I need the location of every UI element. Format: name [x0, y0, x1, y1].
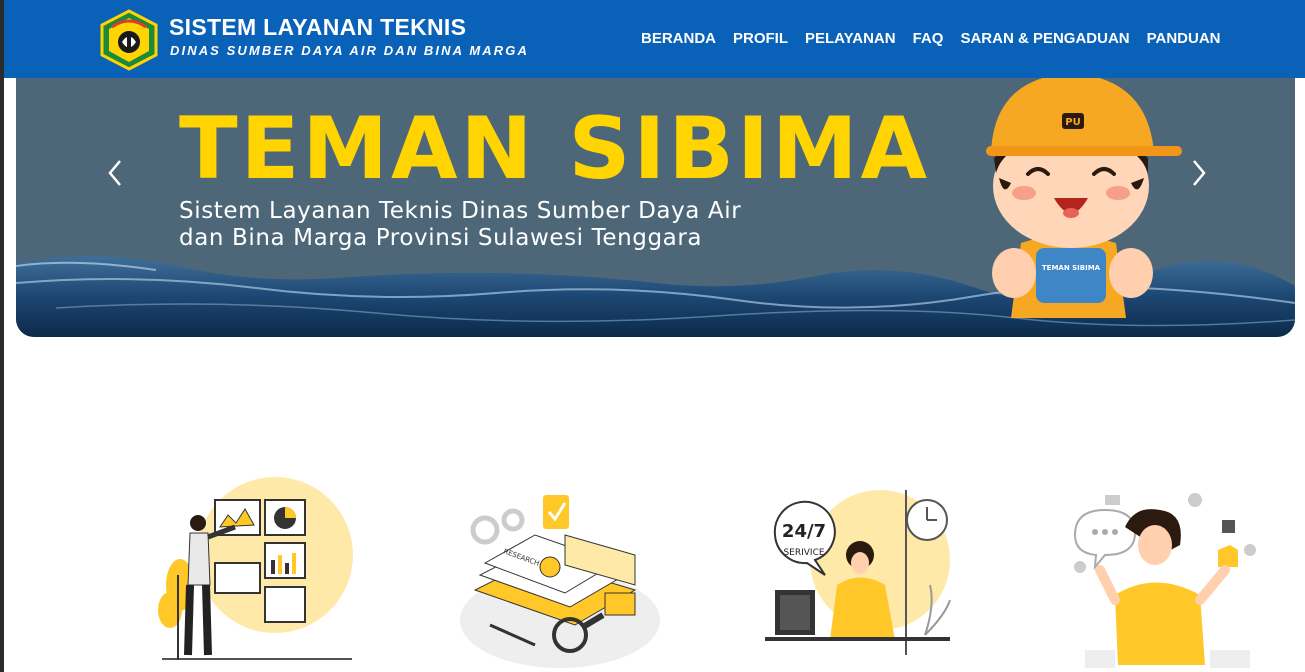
nav-beranda[interactable]: BERANDA	[641, 30, 716, 47]
province-logo[interactable]	[98, 9, 160, 71]
hero-carousel: TEMAN SIBIMA Sistem Layanan Teknis Dinas…	[16, 78, 1295, 337]
nav-saran-pengaduan[interactable]: SARAN & PENGADUAN	[960, 30, 1129, 47]
navbar: SISTEM LAYANAN TEKNIS DINAS SUMBER DAYA …	[4, 0, 1305, 78]
chevron-right-icon	[1193, 160, 1206, 186]
mascot-illustration: TEMAN SIBIMA PU	[986, 78, 1182, 318]
service-illustration-support[interactable]: 24/7 SERIVICE	[755, 475, 965, 672]
site-subtitle: DINAS SUMBER DAYA AIR DAN BINA MARGA	[170, 43, 529, 58]
main-nav: BERANDA PROFIL PELAYANAN FAQ SARAN & PEN…	[641, 30, 1238, 47]
mascot-shirt-text: TEMAN SIBIMA	[1042, 264, 1101, 272]
service-illustration-analytics[interactable]	[150, 475, 360, 672]
chevron-left-icon	[108, 160, 121, 186]
hero-subtitle: Sistem Layanan Teknis Dinas Sumber Daya …	[179, 198, 741, 252]
hero-subtitle-line2: dan Bina Marga Provinsi Sulawesi Tenggar…	[179, 225, 703, 251]
service-badge-bottom: SERIVICE	[783, 548, 824, 558]
window-edge	[0, 0, 4, 672]
carousel-next-button[interactable]	[1178, 153, 1218, 193]
service-badge-top: 24/7	[782, 521, 826, 542]
nav-pelayanan[interactable]: PELAYANAN	[805, 30, 896, 47]
hero-subtitle-line1: Sistem Layanan Teknis Dinas Sumber Daya …	[179, 198, 742, 224]
helmet-text: PU	[1065, 117, 1080, 128]
nav-panduan[interactable]: PANDUAN	[1147, 30, 1221, 47]
site-title: SISTEM LAYANAN TEKNIS	[169, 14, 467, 40]
nav-profil[interactable]: PROFIL	[733, 30, 788, 47]
service-illustration-research[interactable]: RESEARCH	[455, 475, 665, 672]
service-illustration-feedback[interactable]	[1060, 475, 1270, 672]
carousel-prev-button[interactable]	[96, 153, 136, 193]
hero-title: TEMAN SIBIMA	[179, 99, 931, 199]
nav-faq[interactable]: FAQ	[913, 30, 944, 47]
